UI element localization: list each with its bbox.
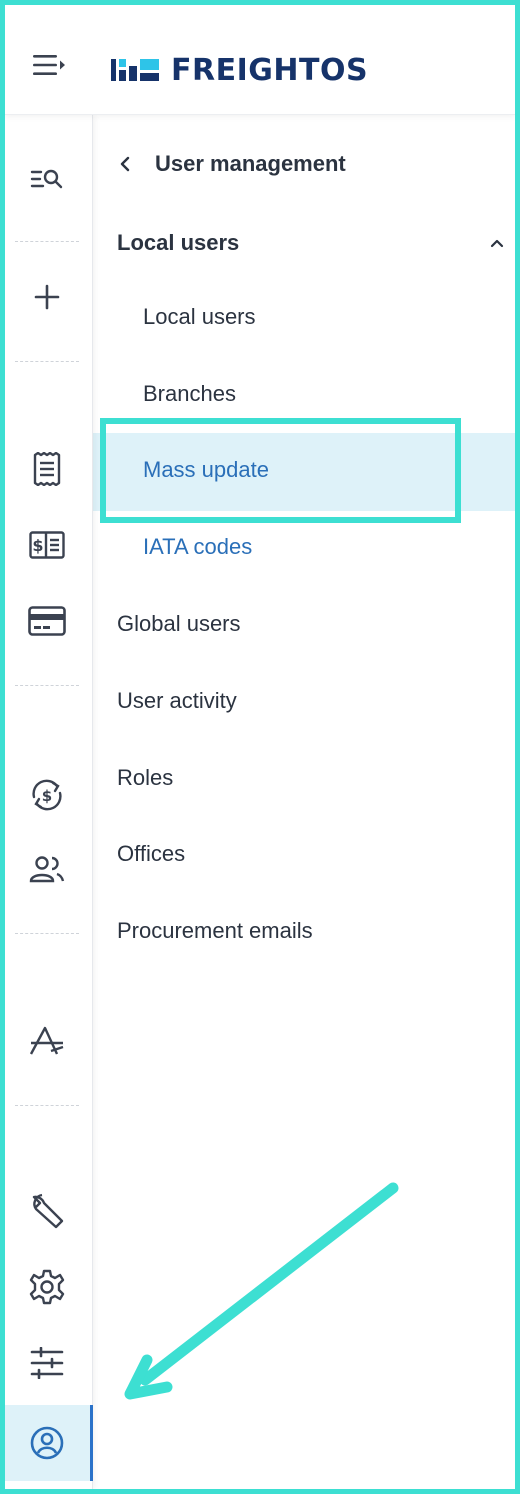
- chevron-up-icon: [490, 239, 504, 248]
- subnav-mass-update[interactable]: Mass update: [143, 457, 269, 483]
- logo-text: FREIGHTOS: [171, 52, 369, 88]
- document-list-icon[interactable]: [27, 449, 67, 489]
- invoice-icon[interactable]: $: [27, 525, 67, 565]
- users-icon[interactable]: [27, 849, 67, 889]
- nav-roles[interactable]: Roles: [117, 765, 173, 791]
- user-management-panel: User management Local users Local users …: [93, 115, 515, 1489]
- add-icon[interactable]: [27, 277, 67, 317]
- nav-procurement-emails[interactable]: Procurement emails: [117, 918, 313, 944]
- icon-rail: $ $: [5, 115, 93, 1489]
- freightos-logo[interactable]: FREIGHTOS: [111, 52, 369, 88]
- search-list-icon[interactable]: [27, 159, 67, 199]
- menu-toggle-icon[interactable]: [33, 53, 69, 77]
- subnav-iata-codes[interactable]: IATA codes: [143, 534, 252, 560]
- svg-text:$: $: [42, 787, 52, 805]
- gear-icon[interactable]: [27, 1267, 67, 1307]
- wrench-icon[interactable]: [27, 1191, 67, 1231]
- nav-offices[interactable]: Offices: [117, 841, 185, 867]
- nav-global-users[interactable]: Global users: [117, 611, 241, 637]
- rail-separator: [15, 685, 79, 686]
- account-icon[interactable]: [27, 1423, 67, 1463]
- panel-title: User management: [155, 151, 346, 176]
- top-bar: FREIGHTOS: [5, 5, 515, 115]
- subnav-branches[interactable]: Branches: [143, 381, 236, 407]
- nav-user-activity[interactable]: User activity: [117, 688, 237, 714]
- back-to-user-management[interactable]: User management: [119, 151, 346, 177]
- logo-mark-icon: [111, 56, 161, 84]
- chevron-left-icon: [120, 156, 130, 172]
- rail-separator: [15, 933, 79, 934]
- analytics-icon[interactable]: [27, 1021, 67, 1061]
- rail-separator: [15, 241, 79, 242]
- currency-exchange-icon[interactable]: $: [27, 775, 67, 815]
- sliders-icon[interactable]: [27, 1343, 67, 1383]
- subnav-local-users[interactable]: Local users: [143, 304, 256, 330]
- local-users-group-toggle[interactable]: Local users: [117, 225, 505, 261]
- rail-separator: [15, 1105, 79, 1106]
- svg-text:$: $: [32, 536, 43, 555]
- group-title: Local users: [117, 230, 240, 255]
- credit-card-icon[interactable]: [27, 601, 67, 641]
- rail-separator: [15, 361, 79, 362]
